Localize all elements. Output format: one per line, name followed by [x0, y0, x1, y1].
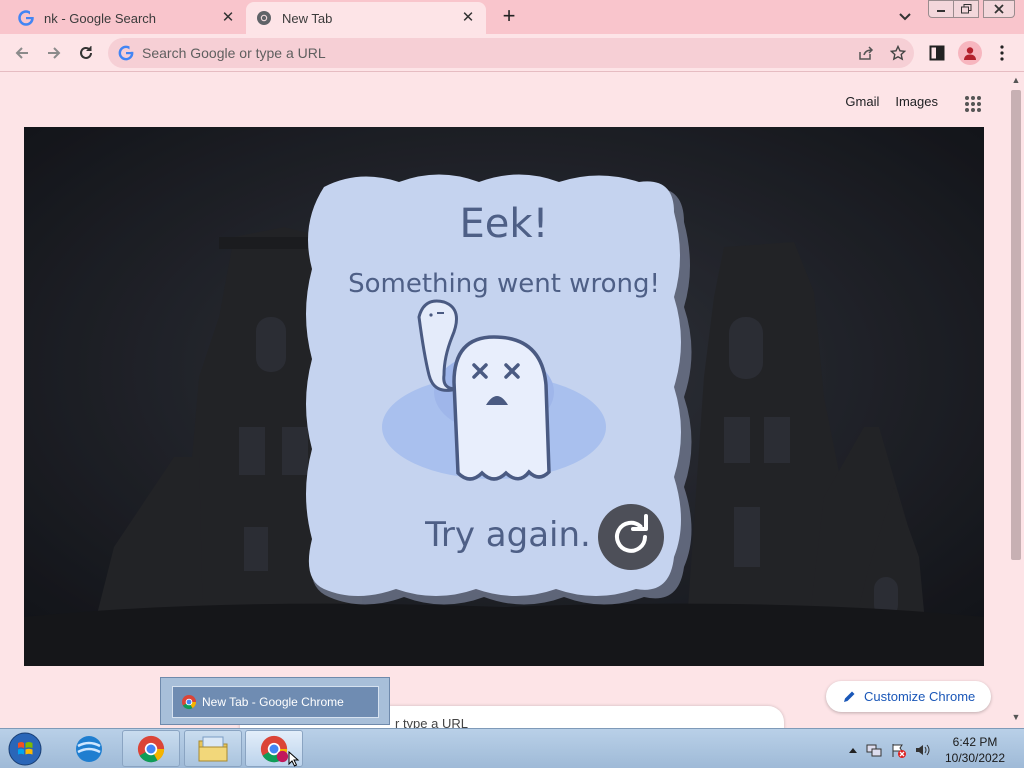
taskbar-chrome[interactable] [122, 730, 180, 767]
tab-strip: nk - Google Search ✕ New Tab ✕ + [0, 0, 1024, 34]
page-scrollbar[interactable]: ▲ ▼ [1008, 72, 1024, 728]
customize-chrome-button[interactable]: Customize Chrome [826, 681, 991, 712]
chrome-icon [137, 735, 165, 762]
window-thumbnail[interactable]: New Tab - Google Chrome [172, 686, 379, 718]
more-menu-icon[interactable] [994, 44, 1010, 62]
app-globe-icon [76, 736, 102, 762]
taskbar-app-generic[interactable] [72, 732, 106, 766]
tab-title: nk - Google Search [44, 10, 157, 26]
volume-icon[interactable] [914, 742, 930, 758]
doodle-heading: Eek! [459, 201, 549, 247]
windows-taskbar: 6:42 PM 10/30/2022 [0, 728, 1024, 768]
new-tab-page: Gmail Images Eek! Something went wrong! … [0, 72, 1024, 736]
restore-icon [960, 4, 971, 14]
google-g-icon [18, 10, 34, 26]
omnibox[interactable] [108, 38, 914, 68]
reload-button[interactable] [74, 41, 98, 65]
tab-title: New Tab [282, 10, 333, 26]
new-tab-button[interactable]: + [498, 5, 520, 27]
thumbnail-title: New Tab - Google Chrome [202, 695, 344, 709]
windows-logo-icon [8, 732, 42, 766]
top-links: Gmail Images [845, 94, 938, 109]
google-g-icon [118, 45, 134, 61]
tab-new-tab[interactable]: New Tab ✕ [246, 2, 486, 34]
pencil-icon [844, 691, 855, 702]
chrome-icon [182, 695, 197, 710]
clock-date: 10/30/2022 [944, 751, 1006, 765]
side-panel-icon[interactable] [929, 45, 945, 61]
show-hidden-icons-icon[interactable] [845, 742, 861, 758]
tab-search-chevron-icon[interactable] [896, 8, 914, 26]
minimize-button[interactable] [928, 0, 954, 18]
taskbar-thumbnail-popup: New Tab - Google Chrome [160, 677, 390, 725]
bookmark-star-icon[interactable] [890, 45, 906, 61]
gmail-link[interactable]: Gmail [845, 94, 879, 109]
taskbar-file-explorer[interactable] [184, 730, 242, 767]
folder-icon [198, 736, 228, 761]
action-center-flag-icon[interactable] [890, 742, 906, 758]
close-window-button[interactable] [983, 0, 1015, 18]
doodle-subheading: Something went wrong! [348, 269, 660, 299]
browser-toolbar [0, 34, 1024, 72]
google-apps-icon[interactable] [964, 95, 982, 113]
images-link[interactable]: Images [895, 94, 938, 109]
start-button[interactable] [4, 731, 46, 767]
restore-button[interactable] [953, 0, 979, 18]
chrome-profile-icon [260, 735, 289, 762]
forward-button[interactable] [42, 41, 66, 65]
try-again-link[interactable]: Try again. [418, 515, 598, 555]
scroll-down-icon[interactable]: ▼ [1011, 712, 1021, 722]
close-tab-icon[interactable]: ✕ [460, 10, 476, 26]
system-clock[interactable]: 6:42 PM 10/30/2022 [936, 734, 1014, 766]
reload-icon [80, 46, 92, 59]
profile-avatar[interactable] [958, 41, 982, 65]
back-button[interactable] [10, 41, 34, 65]
forward-arrow-icon [48, 47, 61, 59]
share-icon[interactable] [858, 45, 874, 61]
back-arrow-icon [15, 47, 28, 59]
close-icon [994, 4, 1004, 14]
customize-chrome-label: Customize Chrome [864, 689, 976, 704]
mouse-cursor-icon [288, 751, 300, 767]
clock-time: 6:42 PM [952, 735, 998, 749]
tab-google-search[interactable]: nk - Google Search ✕ [8, 2, 246, 34]
close-tab-icon[interactable]: ✕ [220, 10, 236, 26]
chrome-icon [257, 11, 271, 25]
retry-button[interactable] [598, 504, 664, 570]
scroll-up-icon[interactable]: ▲ [1011, 75, 1021, 85]
profile-icon [964, 47, 976, 60]
scrollbar-thumb[interactable] [1011, 90, 1021, 560]
doodle-error-panel: Eek! Something went wrong! Try again. [24, 127, 984, 666]
minimize-icon [937, 10, 945, 12]
network-icon[interactable] [866, 742, 882, 758]
omnibox-input[interactable] [142, 45, 842, 61]
